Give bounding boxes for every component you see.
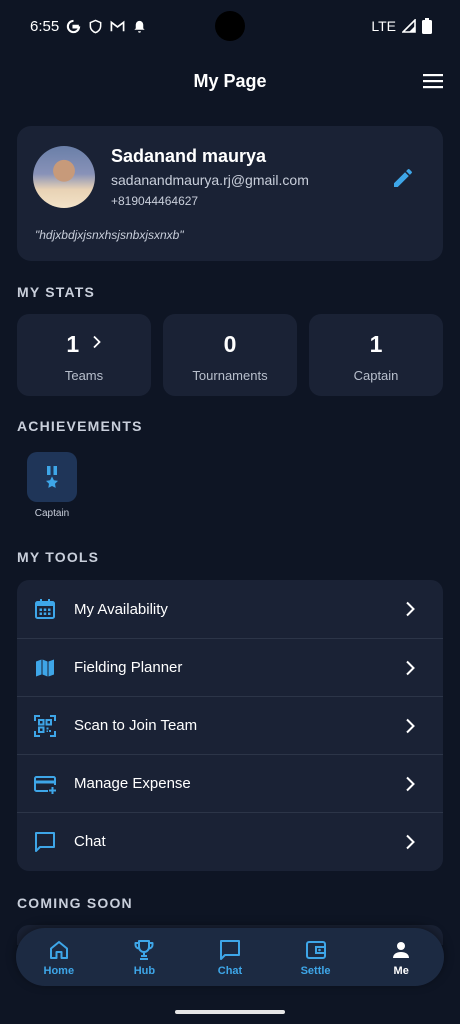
stat-card-tournaments: 0 Tournaments: [163, 314, 297, 396]
nav-hub[interactable]: Hub: [104, 938, 184, 977]
notification-bell-icon: [134, 20, 145, 33]
medal-star-icon: [46, 466, 58, 488]
credit-card-add-icon: [34, 775, 56, 794]
nav-label: Home: [43, 964, 75, 977]
tool-label: Fielding Planner: [74, 659, 183, 676]
stat-card-teams[interactable]: 1 Teams: [17, 314, 151, 396]
stat-label: Tournaments: [192, 368, 268, 383]
qr-scan-icon: [34, 714, 56, 737]
profile-bio: "hdjxbdjxjsnxhsjsnbxjsxnxb": [35, 228, 184, 242]
tools-section-title: MY TOOLS: [17, 549, 100, 565]
signal-icon: [402, 19, 416, 33]
coming-soon-section-title: COMING SOON: [17, 895, 133, 911]
stat-value-row: 1: [17, 331, 151, 358]
google-icon: [67, 19, 81, 33]
hamburger-menu-icon: [423, 74, 443, 89]
nav-chat[interactable]: Chat: [190, 938, 270, 977]
tool-item-my-availability[interactable]: My Availability: [17, 580, 443, 638]
bottom-nav: Home Hub Chat Settle Me: [16, 928, 444, 986]
profile-name: Sadanand maurya: [111, 146, 267, 166]
menu-button[interactable]: [420, 68, 446, 94]
edit-profile-button[interactable]: [391, 166, 415, 190]
chevron-right-icon: [406, 601, 415, 617]
wallet-icon: [305, 940, 326, 959]
map-icon: [36, 659, 54, 676]
achievement-label: Captain: [34, 508, 70, 519]
stats-section-title: MY STATS: [17, 284, 96, 300]
nav-label: Hub: [133, 964, 156, 977]
status-time: 6:55: [30, 17, 60, 35]
gmail-icon: [110, 20, 125, 31]
tool-label: Scan to Join Team: [74, 717, 198, 734]
chat-bubble-icon: [35, 831, 55, 852]
nav-home[interactable]: Home: [19, 938, 99, 977]
person-icon: [393, 941, 410, 958]
stat-value: 1: [369, 331, 383, 357]
home-icon: [49, 940, 68, 959]
pencil-icon: [394, 168, 412, 187]
nav-label: Chat: [217, 964, 243, 977]
nav-label: Settle: [300, 964, 331, 977]
network-type: LTE: [371, 18, 396, 34]
tool-item-fielding-planner[interactable]: Fielding Planner: [17, 638, 443, 696]
achievement-badge-captain[interactable]: [27, 452, 77, 502]
stat-value: 0: [223, 331, 237, 357]
nav-me[interactable]: Me: [361, 938, 441, 977]
page-title: My Page: [193, 70, 267, 91]
calendar-icon: [35, 599, 55, 619]
home-indicator[interactable]: [175, 1010, 285, 1014]
tool-item-scan-to-join-team[interactable]: Scan to Join Team: [17, 696, 443, 754]
stat-label: Captain: [353, 368, 399, 383]
nav-label: Me: [393, 964, 409, 977]
tool-item-chat[interactable]: Chat: [17, 812, 443, 870]
tool-label: My Availability: [74, 600, 168, 618]
camera-cutout: [215, 11, 245, 41]
profile-card: Sadanand maurya sadanandmaurya.rj@gmail.…: [17, 126, 443, 261]
battery-icon: [422, 18, 432, 34]
nav-settle[interactable]: Settle: [276, 938, 356, 977]
tool-label: Manage Expense: [74, 775, 191, 792]
stat-value: 1: [66, 331, 80, 357]
avatar[interactable]: [33, 146, 95, 208]
profile-email: sadanandmaurya.rj@gmail.com: [111, 172, 309, 188]
app-header: My Page: [0, 58, 460, 104]
shield-icon: [89, 19, 102, 33]
trophy-icon: [134, 939, 154, 960]
chevron-right-icon: [406, 834, 415, 849]
stat-label: Teams: [64, 368, 104, 383]
chevron-right-icon: [406, 718, 415, 733]
profile-phone: +819044464627: [111, 194, 199, 208]
tool-label: Chat: [74, 833, 106, 850]
stat-card-captain: 1 Captain: [309, 314, 443, 396]
tool-item-manage-expense[interactable]: Manage Expense: [17, 754, 443, 812]
chat-icon: [219, 939, 240, 960]
tools-list: My Availability Fielding Planner Scan to…: [17, 580, 443, 871]
chevron-right-icon: [406, 660, 415, 675]
achievements-section-title: ACHIEVEMENTS: [17, 418, 143, 434]
chevron-right-icon: [92, 335, 101, 349]
chevron-right-icon: [406, 776, 415, 791]
